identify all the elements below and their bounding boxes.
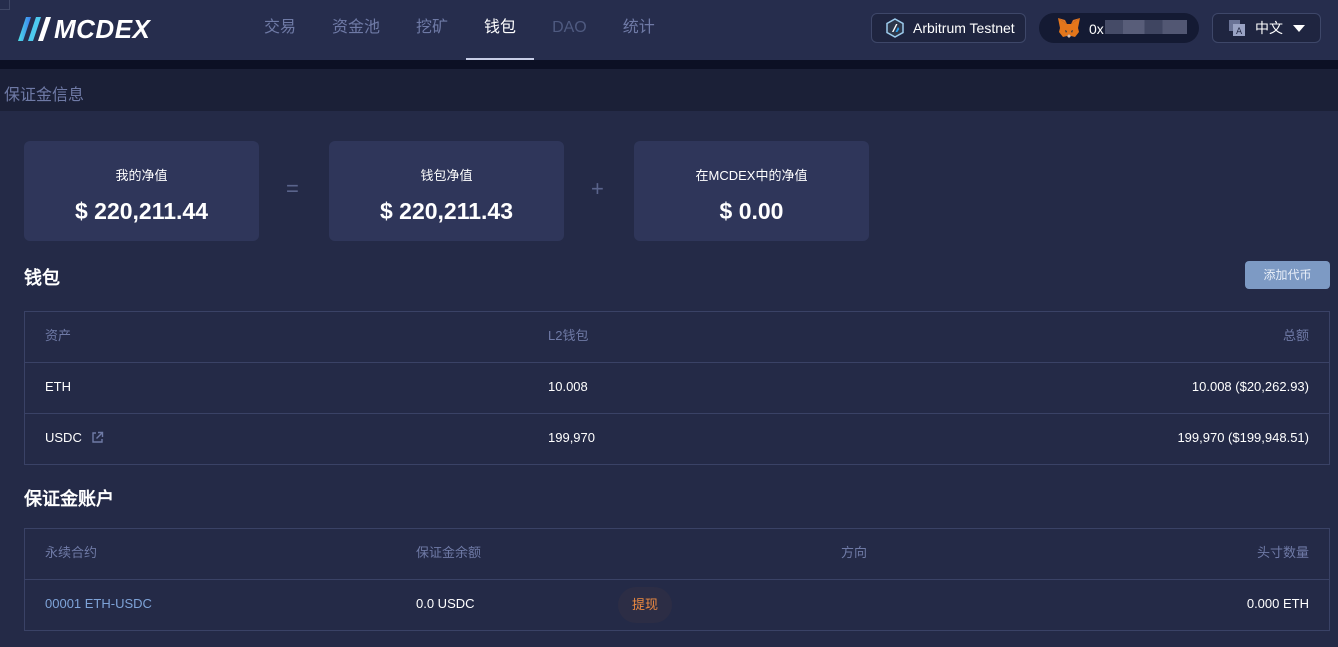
asset-name: ETH [45,379,71,394]
wallet-net-value: $ 220,211.43 [379,198,514,224]
total-balance: 199,970 ($199,948.51) [1177,430,1309,445]
withdraw-button[interactable]: 提现 [618,587,672,623]
mcdex-net-value-label: 在MCDEX中的净值 [695,168,808,183]
wallet-address-button[interactable]: 0x [1039,13,1199,43]
external-link-icon[interactable] [91,431,104,444]
wallet-address-prefix: 0x [1089,20,1104,37]
wallet-address: 0x [1089,19,1187,37]
logo-icon [18,17,51,41]
wallet-section-title: 钱包 [24,268,60,288]
metamask-fox-icon [1058,18,1080,38]
nav-item-trade[interactable]: 交易 [246,0,314,60]
language-label: 中文 [1255,20,1283,36]
nav-item-wallet[interactable]: 钱包 [466,0,535,60]
equals-sign: = [286,176,299,201]
nav-item-pool[interactable]: 资金池 [314,0,398,60]
network-label: Arbitrum Testnet [913,20,1015,36]
add-token-button[interactable]: 添加代币 [1245,261,1330,289]
margin-balance: 0.0 USDC [416,596,475,611]
margin-account-section-title: 保证金账户 [24,489,114,509]
table-row: USDC 199,970 199,970 ($199,948.51) [25,413,1329,464]
column-header-direction: 方向 [841,545,868,560]
mcdex-net-value-card: 在MCDEX中的净值 $ 0.00 [634,141,869,241]
l2-wallet-balance: 199,970 [548,430,595,445]
network-button[interactable]: Arbitrum Testnet [871,13,1026,43]
column-header-asset: 资产 [45,328,72,343]
margin-account-table: 永续合约 保证金余额 方向 头寸数量 00001 ETH-USDC 0.0 US… [24,528,1330,631]
l2-wallet-balance: 10.008 [548,379,588,394]
nav-item-stats[interactable]: 统计 [605,0,673,60]
column-header-l2-wallet: L2钱包 [548,328,589,343]
caret-down-icon [1293,24,1305,32]
subheader-title: 保证金信息 [4,87,85,104]
main-nav: 交易 资金池 挖矿 钱包 DAO 统计 [246,0,673,60]
column-header-perpetual: 永续合约 [45,545,98,560]
subheader-bar: 保证金信息 [0,69,1338,111]
table-header-row: 永续合约 保证金余额 方向 头寸数量 [25,529,1329,579]
svg-text:A: A [1236,27,1243,36]
plus-sign: + [591,176,604,201]
table-row: ETH 10.008 10.008 ($20,262.93) [25,362,1329,413]
header-divider [0,60,1338,69]
asset-cell: USDC [45,414,104,464]
column-header-position: 头寸数量 [1256,545,1309,560]
corner-marker [0,0,10,10]
asset-name: USDC [45,430,82,445]
language-icon: A [1229,20,1245,36]
nav-item-mining[interactable]: 挖矿 [398,0,466,60]
position-size: 0.000 ETH [1246,596,1309,611]
mcdex-net-value: $ 0.00 [719,198,784,224]
table-header-row: 资产 L2钱包 总额 [25,312,1329,362]
table-row: 00001 ETH-USDC 0.0 USDC 提现 0.000 ETH [25,579,1329,630]
wallet-net-value-label: 钱包净值 [420,168,473,183]
column-header-total: 总额 [1282,328,1309,343]
total-balance: 10.008 ($20,262.93) [1191,379,1309,394]
top-header: MCDEX 交易 资金池 挖矿 钱包 DAO 统计 Arbitrum Testn… [0,0,1338,60]
nav-item-dao[interactable]: DAO [534,0,605,60]
perpetual-link[interactable]: 00001 ETH-USDC [45,580,152,630]
arbitrum-icon [886,18,904,38]
my-net-value-card: 我的净值 $ 220,211.44 [24,141,259,241]
column-header-margin-balance: 保证金余额 [416,545,482,560]
wallet-net-value-card: 钱包净值 $ 220,211.43 [329,141,564,241]
wallet-table: 资产 L2钱包 总额 ETH 10.008 10.008 ($20,262.93… [24,311,1330,465]
language-selector[interactable]: A 中文 [1212,13,1321,43]
my-net-value: $ 220,211.44 [74,198,209,224]
my-net-value-label: 我的净值 [115,168,168,183]
logo[interactable]: MCDEX [18,13,151,44]
logo-text: MCDEX [54,13,151,44]
wallet-address-redacted [1104,19,1187,34]
